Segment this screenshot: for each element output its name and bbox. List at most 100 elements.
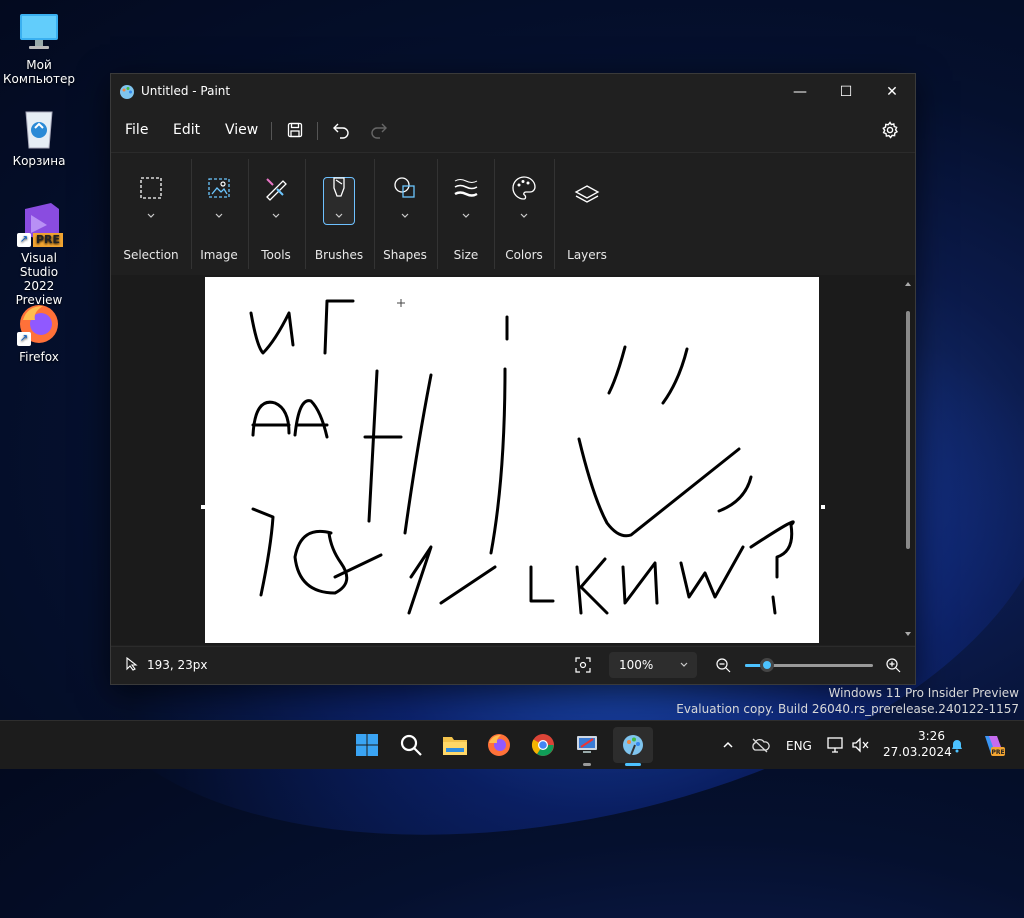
ribbon-group-shapes[interactable]: Shapes — [375, 153, 435, 275]
shapes-icon — [392, 175, 418, 201]
ribbon-group-brushes[interactable]: Brushes — [306, 153, 372, 275]
image-icon — [206, 175, 232, 201]
zoom-in-icon[interactable] — [885, 657, 901, 676]
ribbon-group-colors[interactable]: Colors — [495, 153, 553, 275]
taskbar: ENG 3:26 27.03.2024 PRE — [0, 720, 1024, 769]
canvas-area — [111, 275, 915, 645]
zoom-slider-knob[interactable] — [759, 658, 774, 672]
zoom-out-icon[interactable] — [715, 657, 731, 676]
size-icon — [453, 175, 479, 201]
desktop-icon-visual-studio[interactable]: PRE ↗ Visual Studio 2022 Preview — [1, 203, 77, 307]
chevron-down-icon — [271, 209, 281, 218]
shortcut-arrow-icon: ↗ — [17, 233, 31, 247]
status-bar: 193, 23px 100% — [111, 646, 915, 683]
canvas-resize-handle-left[interactable] — [201, 505, 205, 509]
scroll-down-icon[interactable] — [905, 631, 911, 637]
file-explorer-icon[interactable] — [441, 731, 469, 759]
paint-taskbar-button[interactable] — [613, 727, 653, 763]
ribbon-label: Tools — [261, 248, 291, 262]
zoom-level: 100% — [619, 658, 654, 672]
volume-muted-icon[interactable] — [846, 731, 874, 759]
ribbon-label: Selection — [123, 248, 179, 262]
menu-view[interactable]: View — [225, 122, 258, 138]
chevron-down-icon — [400, 209, 410, 218]
ribbon-group-selection[interactable]: Selection — [111, 153, 191, 275]
pre-badge: PRE — [32, 233, 63, 247]
chevron-down-icon — [519, 209, 529, 218]
chevron-down-icon — [146, 209, 156, 218]
ribbon: Selection Image Tools Brushes Shapes Siz… — [111, 152, 915, 276]
selection-icon — [138, 175, 164, 201]
chrome-icon[interactable] — [529, 731, 557, 759]
ribbon-label: Shapes — [383, 248, 427, 262]
paint-app-icon — [119, 84, 135, 100]
recycle-bin-icon — [17, 106, 61, 150]
ribbon-group-tools[interactable]: Tools — [249, 153, 303, 275]
ribbon-group-layers[interactable]: Layers — [555, 153, 619, 275]
notification-bell-icon[interactable] — [943, 731, 971, 759]
windows-icon — [356, 734, 378, 756]
chevron-down-icon — [214, 209, 224, 218]
save-icon[interactable] — [283, 118, 307, 142]
fit-to-window-icon[interactable] — [575, 657, 591, 676]
desktop-icon-recycle-bin[interactable]: Корзина — [1, 106, 77, 168]
gear-icon[interactable] — [878, 118, 902, 142]
chevron-down-icon — [680, 662, 688, 667]
ribbon-group-size[interactable]: Size — [438, 153, 494, 275]
svg-text:PRE: PRE — [991, 749, 1004, 756]
ribbon-label: Colors — [505, 248, 543, 262]
search-icon[interactable] — [397, 731, 425, 759]
desktop-icon-label: Visual Studio — [19, 251, 59, 279]
chevron-down-icon — [334, 209, 344, 218]
shortcut-arrow-icon: ↗ — [17, 332, 31, 346]
desktop-icon-label: Мой — [26, 58, 52, 72]
scrollbar-thumb[interactable] — [906, 311, 910, 549]
ribbon-group-image[interactable]: Image — [192, 153, 246, 275]
close-button[interactable]: ✕ — [869, 74, 915, 110]
window-title: Untitled - Paint — [141, 84, 231, 98]
language-indicator[interactable]: ENG — [786, 739, 812, 753]
start-button[interactable] — [353, 731, 381, 759]
title-bar[interactable]: Untitled - Paint — ☐ ✕ — [111, 74, 915, 110]
clock-time[interactable]: 3:26 — [918, 729, 945, 743]
chevron-up-icon[interactable] — [714, 731, 742, 759]
desktop-icon-firefox[interactable]: ↗ Firefox — [1, 302, 77, 364]
desktop-icon-my-computer[interactable]: Мой Компьютер — [1, 10, 77, 86]
firefox-icon[interactable] — [485, 731, 513, 759]
minimize-button[interactable]: — — [777, 74, 823, 110]
copilot-icon[interactable]: PRE — [978, 731, 1006, 759]
ribbon-label: Layers — [567, 248, 607, 262]
palette-icon — [511, 175, 537, 201]
ribbon-label: Brushes — [314, 248, 364, 262]
cursor-position: 193, 23px — [147, 658, 208, 672]
zoom-select[interactable]: 100% — [609, 652, 697, 678]
menu-bar: File Edit View — [111, 110, 915, 150]
onedrive-offline-icon[interactable] — [746, 731, 774, 759]
undo-icon[interactable] — [329, 118, 353, 142]
visual-studio-icon: PRE ↗ — [17, 203, 63, 247]
tools-icon — [263, 175, 289, 201]
menu-edit[interactable]: Edit — [173, 122, 200, 138]
layers-icon — [574, 183, 600, 209]
firefox-icon: ↗ — [17, 302, 61, 346]
canvas-resize-handle-right[interactable] — [821, 505, 825, 509]
active-indicator — [625, 763, 641, 766]
paint-icon — [623, 735, 643, 756]
redo-icon[interactable] — [367, 118, 391, 142]
vertical-scrollbar[interactable] — [905, 281, 911, 637]
watermark-line: Windows 11 Pro Insider Preview — [828, 686, 1019, 700]
monitor-icon — [17, 10, 61, 54]
chevron-down-icon — [461, 209, 471, 218]
maximize-button[interactable]: ☐ — [823, 74, 869, 110]
menu-file[interactable]: File — [125, 122, 148, 138]
drawing-canvas[interactable] — [205, 277, 819, 643]
menu-divider — [271, 122, 272, 140]
desktop-icon-label: Компьютер — [3, 72, 75, 86]
clock-date[interactable]: 27.03.2024 — [883, 745, 952, 759]
brush-icon — [326, 175, 352, 201]
scroll-up-icon[interactable] — [905, 281, 911, 287]
canvas-drawing — [249, 299, 795, 615]
remote-desktop-icon[interactable] — [573, 731, 601, 759]
ribbon-label: Image — [200, 248, 238, 262]
paint-window: Untitled - Paint — ☐ ✕ File Edit View Se… — [110, 73, 916, 685]
